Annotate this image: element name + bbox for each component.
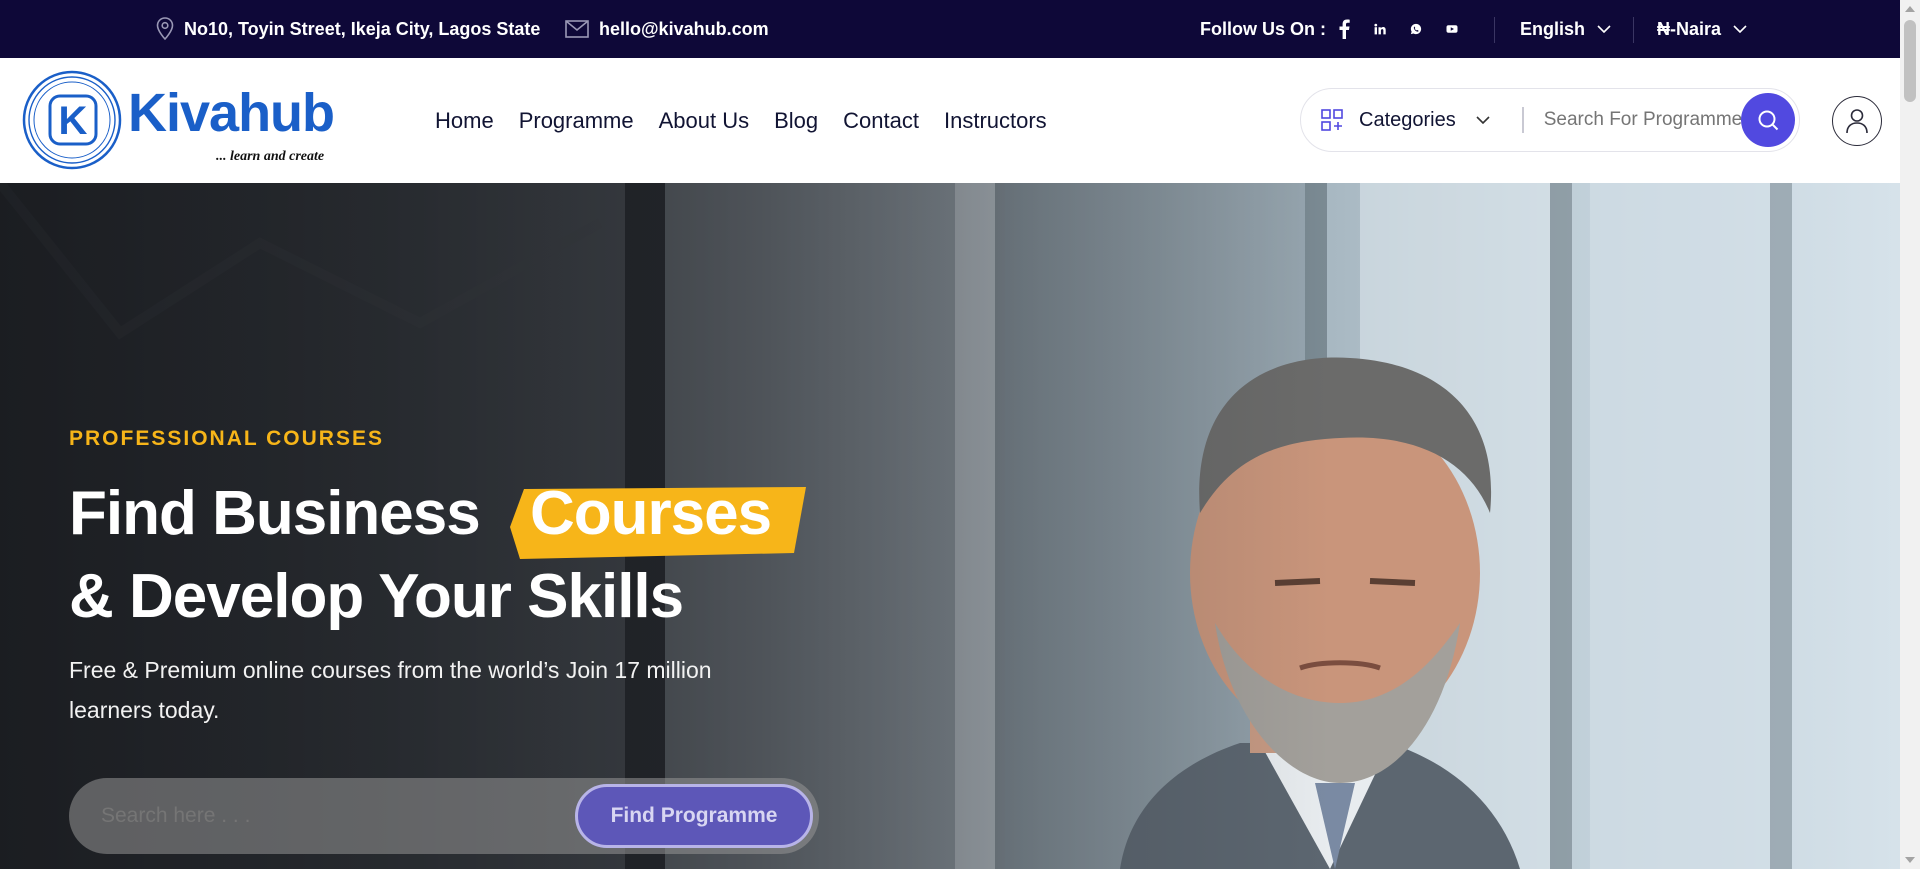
hero-eyebrow: PROFESSIONAL COURSES: [69, 427, 384, 450]
currency-selector[interactable]: ₦-Naira: [1657, 0, 1757, 58]
search-icon: [1758, 110, 1779, 131]
top-info-bar: No10, Toyin Street, Ikeja City, Lagos St…: [0, 0, 1900, 58]
chevron-down-icon: [1733, 25, 1747, 33]
nav-blog[interactable]: Blog: [774, 108, 818, 134]
search-button[interactable]: [1741, 93, 1795, 147]
logo-mark-icon: K: [22, 70, 122, 170]
nav-instructors[interactable]: Instructors: [944, 108, 1047, 134]
logo-mark-letter: K: [59, 99, 88, 143]
nav-programme[interactable]: Programme: [519, 108, 634, 134]
hero-search-bar: Find Programme: [69, 778, 819, 854]
divider: [1633, 17, 1634, 43]
hero-title-line2: & Develop Your Skills: [69, 562, 684, 631]
categories-dropdown[interactable]: Categories: [1321, 109, 1506, 132]
email-text[interactable]: hello@kivahub.com: [599, 19, 769, 40]
programme-search-input[interactable]: [1543, 109, 1754, 131]
grid-icon: [1321, 109, 1343, 131]
whatsapp-icon[interactable]: [1410, 18, 1432, 40]
logo-wordmark: Kivahub: [128, 83, 335, 143]
mail-icon: [565, 20, 589, 38]
language-label: English: [1520, 18, 1586, 39]
address-info: No10, Toyin Street, Ikeja City, Lagos St…: [156, 0, 540, 58]
scrollbar-thumb[interactable]: [1904, 20, 1916, 102]
hero-subtitle: Free & Premium online courses from the w…: [69, 657, 712, 723]
follow-label: Follow Us On :: [1200, 18, 1326, 39]
categories-label: Categories: [1359, 108, 1456, 131]
find-programme-button[interactable]: Find Programme: [575, 784, 813, 848]
location-pin-icon: [156, 17, 174, 41]
logo-tagline: ... learn and create: [216, 149, 325, 164]
hero-banner: PROFESSIONAL COURSES Find Business Cours…: [0, 183, 1900, 869]
scroll-down-arrow-icon[interactable]: [1900, 851, 1920, 869]
user-account-button[interactable]: [1832, 96, 1882, 146]
social-links: [1338, 0, 1468, 58]
facebook-icon[interactable]: [1338, 18, 1360, 40]
email-link[interactable]: hello@kivahub.com: [565, 0, 769, 58]
header-search: Categories: [1300, 88, 1800, 152]
currency-label: ₦-Naira: [1657, 18, 1722, 39]
nav-contact[interactable]: Contact: [843, 108, 919, 134]
youtube-icon[interactable]: [1446, 18, 1468, 40]
site-logo[interactable]: K Kivahub ... learn and create: [20, 68, 335, 172]
nav-about-us[interactable]: About Us: [659, 108, 750, 134]
divider: [1521, 107, 1524, 133]
address-text: No10, Toyin Street, Ikeja City, Lagos St…: [184, 18, 541, 39]
chevron-down-icon: [1476, 116, 1490, 124]
hero-title-line1: Find Business: [69, 479, 481, 548]
divider: [1494, 17, 1495, 43]
main-nav: Home Programme About Us Blog Contact Ins…: [435, 58, 1047, 183]
hero-search-input[interactable]: [101, 804, 551, 828]
page-scrollbar[interactable]: [1900, 0, 1920, 869]
chevron-down-icon: [1597, 25, 1611, 33]
hero-title-highlight: Courses: [530, 479, 772, 548]
nav-home[interactable]: Home: [435, 108, 494, 134]
main-header: K Kivahub ... learn and create Home Prog…: [0, 58, 1900, 183]
linkedin-icon[interactable]: [1374, 18, 1396, 40]
scroll-up-arrow-icon[interactable]: [1900, 0, 1920, 18]
language-selector[interactable]: English: [1520, 0, 1621, 58]
user-icon: [1846, 109, 1868, 134]
